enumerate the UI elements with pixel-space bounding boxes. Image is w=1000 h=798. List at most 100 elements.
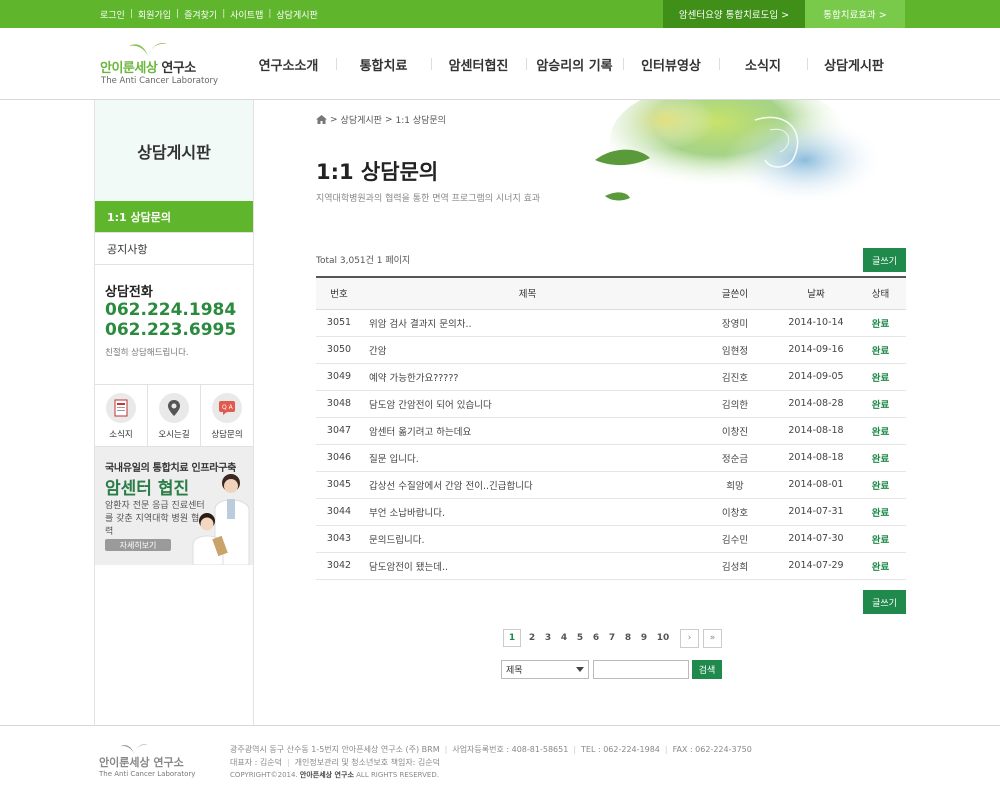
sidebar-title: 상담게시판: [95, 100, 253, 201]
breadcrumb-separator: >: [384, 114, 393, 125]
breadcrumb-separator: >: [330, 114, 338, 125]
divider: |: [268, 9, 272, 19]
row-title-link[interactable]: 위암 검사 결과지 문의차..: [362, 309, 693, 337]
row-title-link[interactable]: 간암: [362, 336, 693, 364]
phone-number-2: 062.223.6995: [105, 320, 237, 340]
bookmark-link[interactable]: 즐겨찾기: [184, 8, 217, 21]
footer-logo: 안이룬세상 연구소 The Anti Cancer Laboratory: [99, 742, 199, 782]
site-header: 안이룬세상 연구소 The Anti Cancer Laboratory 연구소…: [0, 28, 1000, 100]
footer-brand-sub: The Anti Cancer Laboratory: [99, 770, 196, 778]
row-writer: 이창호: [693, 498, 777, 526]
sitemap-link[interactable]: 사이트맵: [230, 8, 263, 21]
company-info: 광주광역시 동구 산수동 1-5번지 안아픈세상 연구소 (주) BRM | 사업자…: [230, 743, 752, 782]
search-field-select[interactable]: 제목: [501, 660, 589, 679]
sidebar-item-counsel[interactable]: 1:1 상담문의: [95, 201, 253, 233]
nav-newsletter[interactable]: 소식지: [719, 28, 807, 100]
row-writer: 김진호: [693, 363, 777, 391]
home-icon[interactable]: [316, 115, 327, 124]
page-7[interactable]: 7: [604, 629, 620, 647]
row-title-link[interactable]: 부언 소납바랍니다.: [362, 498, 693, 526]
row-title-link[interactable]: 질문 입니다.: [362, 444, 693, 472]
sidebar-item-notice[interactable]: 공지사항: [95, 233, 253, 265]
row-date: 2014-07-29: [777, 552, 855, 580]
breadcrumb-section[interactable]: 상담게시판: [341, 113, 382, 126]
business-number: 사업자등록번호 : 408-81-58651: [452, 745, 569, 754]
row-writer: 장영미: [693, 309, 777, 337]
table-row[interactable]: 3045 갑상선 수질암에서 간암 전이..긴급합니다 희망 2014-08-01 완료: [316, 471, 906, 499]
row-number: 3051: [316, 309, 362, 337]
site-logo[interactable]: 안이룬세상 연구소 The Anti Cancer Laboratory: [100, 40, 230, 90]
write-button-top[interactable]: 글쓰기: [863, 248, 906, 272]
table-row[interactable]: 3043 문의드립니다. 김수민 2014-07-30 완료: [316, 525, 906, 553]
divider: |: [129, 9, 133, 19]
integrated-care-intro-button[interactable]: 암센터요양 통합치료도입 >: [663, 0, 805, 28]
row-title-link[interactable]: 문의드립니다.: [362, 525, 693, 553]
row-writer: 이창진: [693, 417, 777, 445]
signup-link[interactable]: 회원가입: [138, 8, 171, 21]
left-sidebar: 상담게시판 1:1 상담문의 공지사항 상담전화 062.224.1984 06…: [94, 100, 254, 725]
page-1[interactable]: 1: [503, 629, 521, 647]
table-row[interactable]: 3042 담도암전이 됐는데.. 김성희 2014-07-29 완료: [316, 552, 906, 580]
page-9[interactable]: 9: [636, 629, 652, 647]
page-2[interactable]: 2: [524, 629, 540, 647]
divider: |: [222, 9, 226, 19]
search-field-value: 제목: [506, 666, 523, 676]
table-row[interactable]: 3044 부언 소납바랍니다. 이창호 2014-07-31 완료: [316, 498, 906, 526]
quick-directions[interactable]: 오시는길: [148, 385, 201, 446]
board-link[interactable]: 상담게시판: [276, 8, 317, 21]
row-title-link[interactable]: 담도암전이 됐는데..: [362, 552, 693, 580]
table-row[interactable]: 3049 예약 가능한가요????? 김진호 2014-09-05 완료: [316, 363, 906, 391]
nav-victory-record[interactable]: 암승리의 기록: [526, 28, 623, 100]
divider: |: [444, 745, 448, 754]
row-number: 3046: [316, 444, 362, 472]
row-status: 완료: [855, 444, 906, 472]
cancer-center-banner[interactable]: 국내유일의 통합치료 인프라구축 암센터 협진 암환자 전문 응급 진료센터를 …: [95, 447, 253, 565]
table-row[interactable]: 3048 담도암 간암전이 되어 있습니다 김의한 2014-08-28 완료: [316, 390, 906, 418]
banner-more-button[interactable]: 자세히보기: [105, 539, 171, 551]
page-8[interactable]: 8: [620, 629, 636, 647]
quick-counsel[interactable]: Q A 상담문의: [201, 385, 253, 446]
company-address: 광주광역시 동구 산수동 1-5번지 안아픈세상 연구소 (주) BRM: [230, 745, 440, 754]
integrated-care-effect-button[interactable]: 통합치료효과 >: [805, 0, 905, 28]
divider: |: [573, 745, 577, 754]
table-row[interactable]: 3051 위암 검사 결과지 문의차.. 장영미 2014-10-14 완료: [316, 309, 906, 337]
row-title-link[interactable]: 암센터 옮기려고 하는데요: [362, 417, 693, 445]
row-number: 3048: [316, 390, 362, 418]
phone-heading: 상담전화: [105, 285, 153, 300]
page-10[interactable]: 10: [652, 629, 674, 647]
write-button-bottom[interactable]: 글쓰기: [863, 590, 906, 614]
page-4[interactable]: 4: [556, 629, 572, 647]
breadcrumb: > 상담게시판 > 1:1 상담문의: [316, 113, 446, 126]
main-nav: 연구소소개 통합치료 암센터협진 암승리의 기록 인터뷰영상 소식지 상담게시판: [241, 28, 901, 100]
quick-newsletter[interactable]: 소식지: [95, 385, 148, 446]
nav-about[interactable]: 연구소소개: [241, 28, 336, 100]
row-title-link[interactable]: 예약 가능한가요?????: [362, 363, 693, 391]
privacy-officer: 개인정보관리 및 청소년보호 책임자: 김순덕: [294, 758, 441, 767]
row-status: 완료: [855, 336, 906, 364]
nav-counsel-board[interactable]: 상담게시판: [807, 28, 901, 100]
page-3[interactable]: 3: [540, 629, 556, 647]
sidebar-menu: 1:1 상담문의 공지사항: [95, 201, 253, 265]
table-row[interactable]: 3047 암센터 옮기려고 하는데요 이창진 2014-08-18 완료: [316, 417, 906, 445]
row-title-link[interactable]: 갑상선 수질암에서 간암 전이..긴급합니다: [362, 471, 693, 499]
row-status: 완료: [855, 552, 906, 580]
table-row[interactable]: 3046 질문 입니다. 정순금 2014-08-18 완료: [316, 444, 906, 472]
last-page-button[interactable]: »: [703, 628, 722, 648]
copyright: COPYRIGHT©2014. 안아픈세상 연구소 ALL RIGHTS RES…: [230, 771, 439, 779]
search-input[interactable]: [593, 660, 689, 679]
page-5[interactable]: 5: [572, 629, 588, 647]
table-row[interactable]: 3050 간암 임현정 2014-09-16 완료: [316, 336, 906, 364]
next-page-button[interactable]: ›: [680, 628, 699, 648]
doctors-illustration: [192, 474, 250, 565]
nav-integrated-care[interactable]: 통합치료: [336, 28, 431, 100]
svg-text:Q A: Q A: [222, 404, 234, 411]
login-link[interactable]: 로그인: [100, 8, 125, 21]
page-6[interactable]: 6: [588, 629, 604, 647]
row-date: 2014-09-05: [777, 363, 855, 391]
row-title-link[interactable]: 담도암 간암전이 되어 있습니다: [362, 390, 693, 418]
search-button[interactable]: 검색: [692, 660, 722, 679]
nav-interview-video[interactable]: 인터뷰영상: [623, 28, 719, 100]
col-number: 번호: [316, 276, 362, 310]
qa-bubble-icon: Q A: [212, 393, 242, 423]
nav-cancer-center[interactable]: 암센터협진: [431, 28, 526, 100]
